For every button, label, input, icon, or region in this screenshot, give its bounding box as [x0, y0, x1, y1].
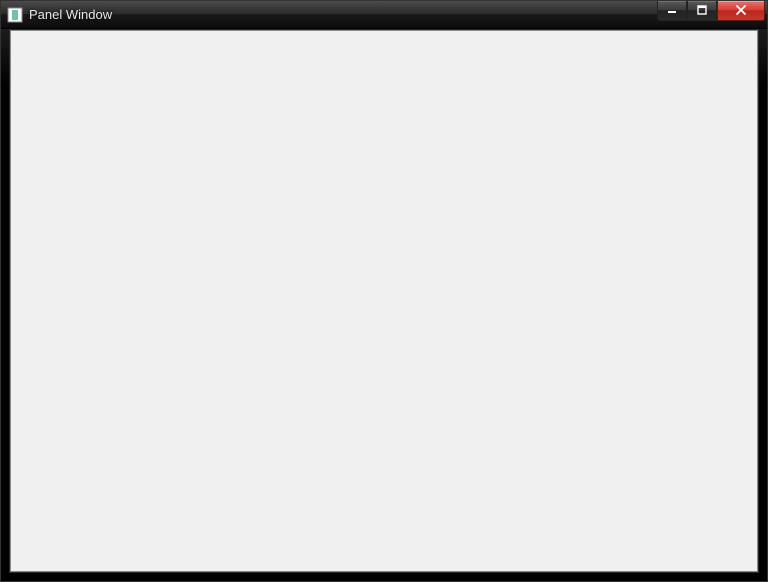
titlebar[interactable]: Panel Window [1, 1, 767, 29]
app-icon [7, 7, 23, 23]
client-area [9, 29, 759, 573]
close-button[interactable] [717, 1, 765, 21]
window-title: Panel Window [29, 7, 657, 22]
maximize-button[interactable] [687, 1, 717, 21]
minimize-button[interactable] [657, 1, 687, 21]
window-frame: Panel Window [0, 0, 768, 582]
window-controls [657, 1, 765, 21]
